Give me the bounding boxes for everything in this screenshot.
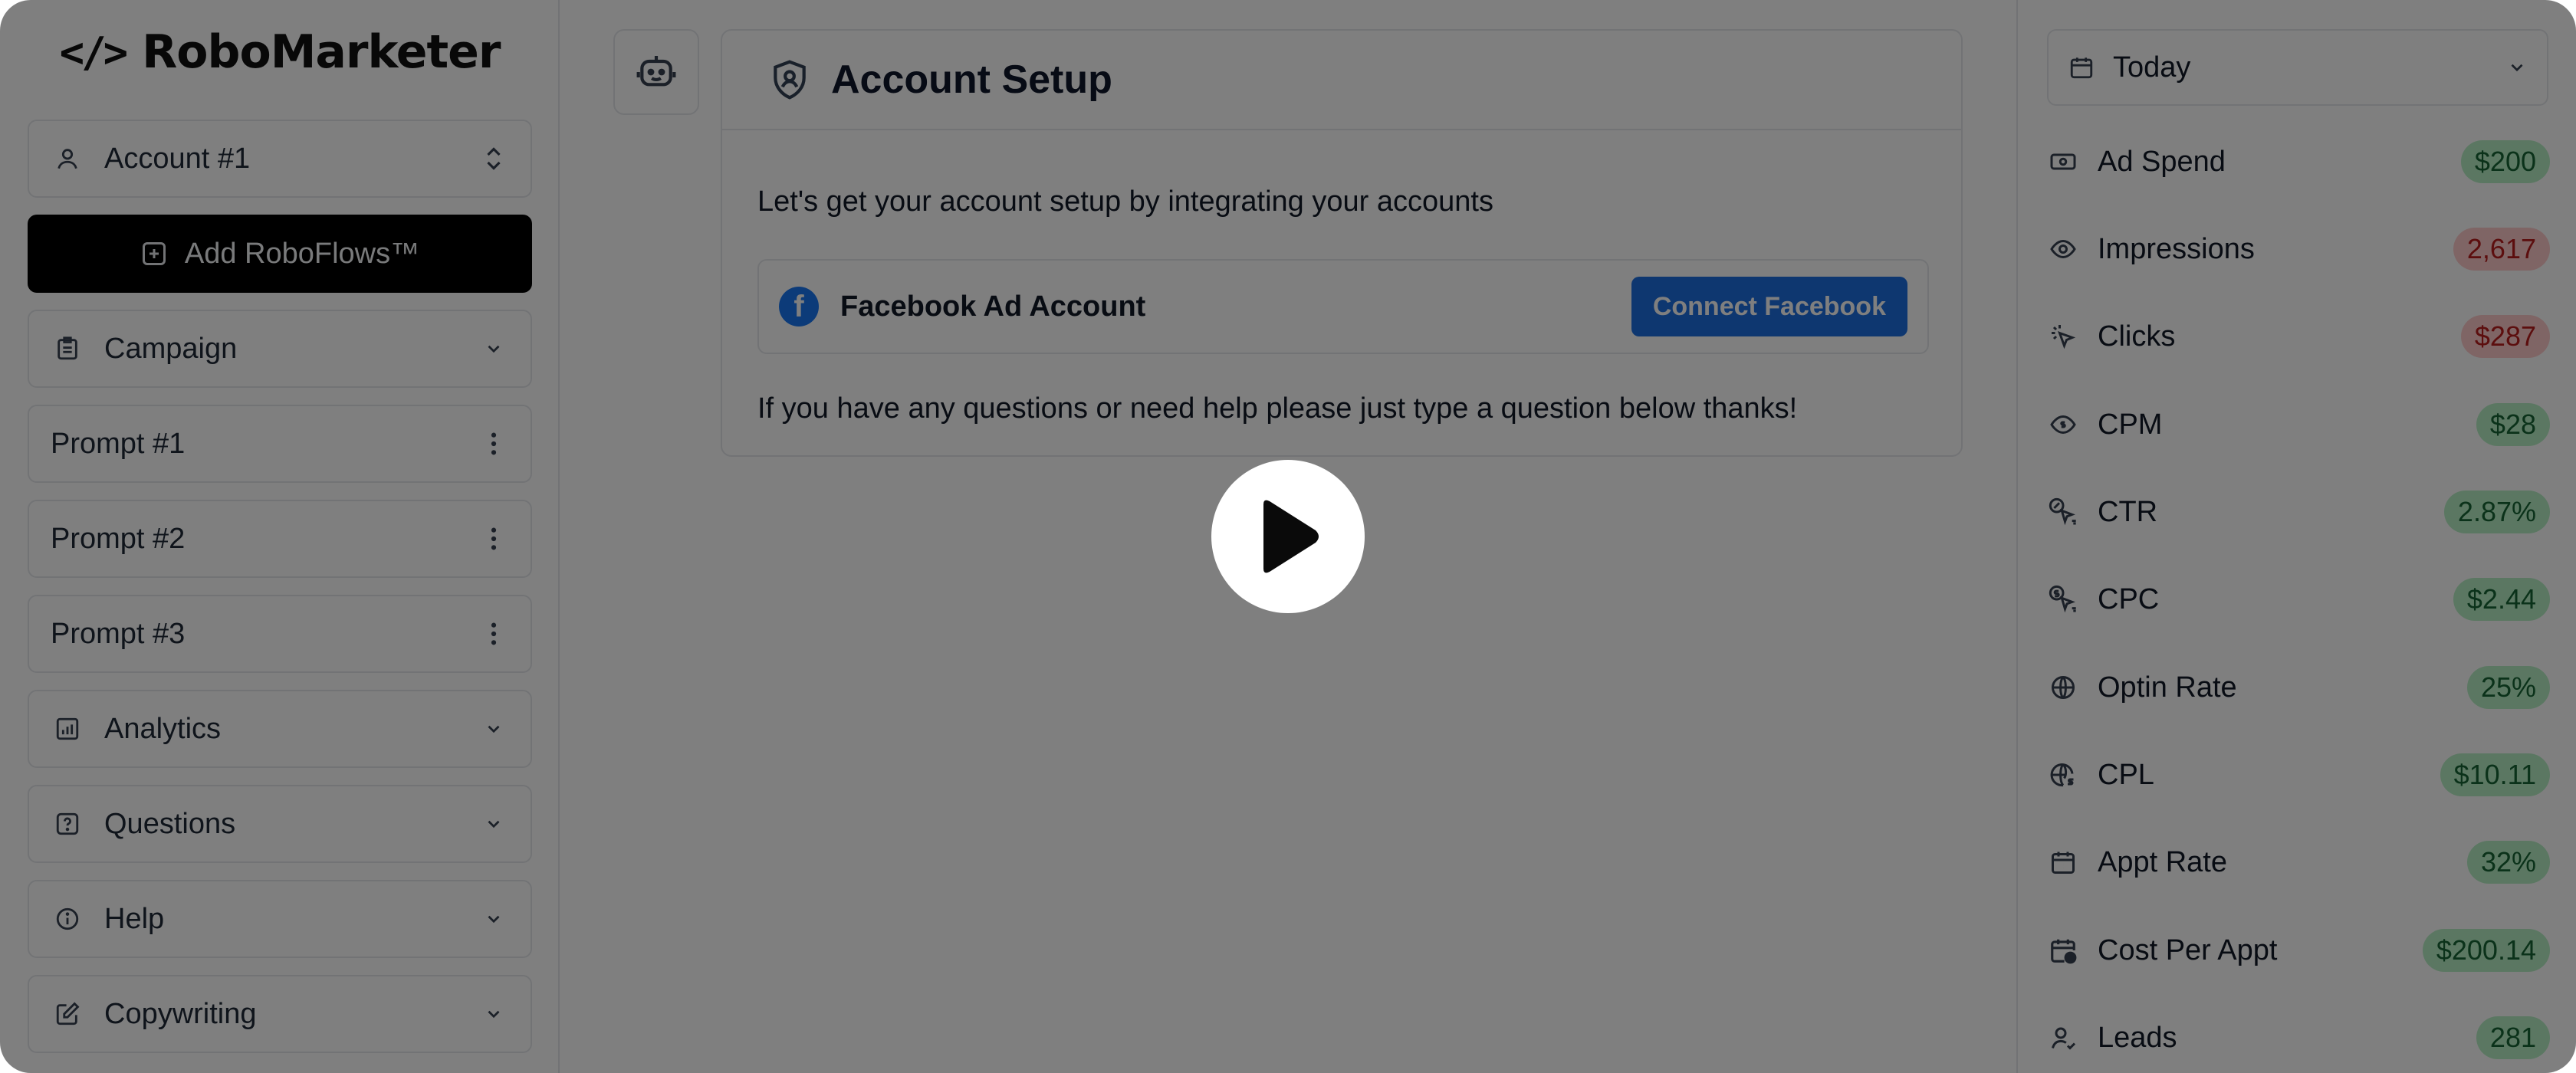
play-icon: [1253, 497, 1323, 576]
play-button[interactable]: [1211, 460, 1365, 613]
app-window: </> RoboMarketer Account #1 Add RoboFlow…: [0, 0, 2576, 1073]
